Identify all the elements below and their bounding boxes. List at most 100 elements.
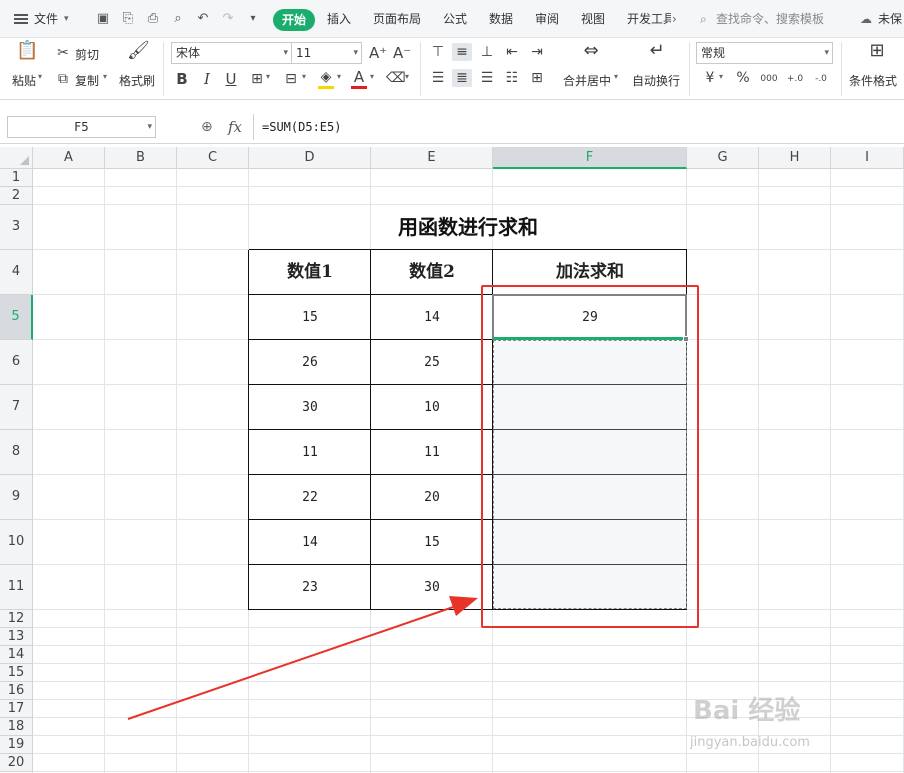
thousands-button[interactable]: 000	[758, 70, 780, 88]
column-header-a[interactable]: A	[33, 147, 105, 169]
align-left-icon[interactable]: ☰	[429, 69, 447, 87]
chevron-down-icon[interactable]: ▾	[38, 72, 42, 81]
table-cell[interactable]: 30	[249, 385, 371, 430]
table-header-cell[interactable]: 数值2	[371, 250, 493, 295]
wrap-text-icon[interactable]: ↵	[645, 42, 669, 60]
conditional-format-icon[interactable]: ⊞	[866, 42, 888, 60]
align-center-icon[interactable]: ≣	[452, 69, 472, 87]
tab-data[interactable]: 数据	[489, 0, 513, 38]
currency-button[interactable]: ¥	[703, 69, 717, 87]
row-header-9[interactable]: 9	[0, 475, 33, 520]
row-header-20[interactable]: 20	[0, 754, 33, 772]
align-top-icon[interactable]: ⊤	[429, 43, 447, 61]
scissors-icon[interactable]: ✂	[55, 44, 71, 62]
customize-icon[interactable]: ▾	[245, 11, 261, 27]
justify-icon[interactable]: ☷	[503, 69, 521, 87]
row-header-14[interactable]: 14	[0, 646, 33, 664]
table-cell[interactable]: 15	[371, 520, 493, 565]
row-header-1[interactable]: 1	[0, 169, 33, 187]
row-header-19[interactable]: 19	[0, 736, 33, 754]
chevron-down-icon[interactable]: ▾	[405, 72, 409, 81]
borders-icon[interactable]: ⊞	[249, 70, 265, 88]
fx-icon[interactable]: fx	[228, 116, 242, 138]
percent-button[interactable]: %	[736, 69, 750, 87]
column-header-h[interactable]: H	[759, 147, 831, 169]
merge-center-icon[interactable]: ⇔	[579, 42, 603, 60]
chevron-down-icon[interactable]: ▾	[64, 0, 69, 38]
row-header-10[interactable]: 10	[0, 520, 33, 565]
table-cell[interactable]: 15	[249, 295, 371, 340]
table-cell[interactable]: 11	[249, 430, 371, 475]
number-format-select[interactable]: 常规 ▾	[696, 42, 833, 64]
file-menu[interactable]: 文件	[34, 0, 58, 38]
chevron-right-icon[interactable]: ›	[672, 0, 677, 38]
brush-icon[interactable]: 🖌	[127, 42, 150, 60]
font-name-select[interactable]: 宋体 ▾	[171, 42, 292, 64]
align-right-icon[interactable]: ☰	[478, 69, 496, 87]
table-cell[interactable]: 14	[249, 520, 371, 565]
font-size-select[interactable]: 11 ▾	[291, 42, 362, 64]
table-cell[interactable]: 30	[371, 565, 493, 610]
chevron-down-icon[interactable]: ▾	[614, 72, 618, 81]
row-header-12[interactable]: 12	[0, 610, 33, 628]
chevron-down-icon[interactable]: ▾	[337, 72, 341, 81]
print-icon[interactable]: ⎙	[145, 11, 161, 27]
wrap-text-button[interactable]: 自动换行	[632, 72, 680, 89]
align-bottom-icon[interactable]: ⊥	[478, 43, 496, 61]
table-cell[interactable]: 25	[371, 340, 493, 385]
row-header-4[interactable]: 4	[0, 250, 33, 295]
unsaved-status[interactable]: 未保	[878, 0, 902, 38]
fill-color-icon[interactable]: ◈	[318, 68, 334, 86]
underline-button[interactable]: U	[224, 70, 238, 88]
print-preview-icon[interactable]: ⌕	[170, 11, 186, 27]
redo-icon[interactable]: ↷	[220, 11, 236, 27]
paste-button[interactable]: 粘贴	[12, 72, 36, 89]
eraser-icon[interactable]: ⌫	[386, 69, 406, 87]
tab-home[interactable]: 开始	[273, 9, 316, 31]
italic-button[interactable]: I	[200, 70, 214, 88]
decrease-decimal-button[interactable]: -.0	[810, 70, 832, 88]
zoom-icon[interactable]: ⊕	[201, 116, 213, 138]
row-header-8[interactable]: 8	[0, 430, 33, 475]
chevron-down-icon[interactable]: ▾	[370, 72, 374, 81]
cut-button[interactable]: 剪切	[75, 46, 99, 63]
decrease-font-icon[interactable]: A⁻	[393, 44, 411, 62]
table-cell[interactable]: 26	[249, 340, 371, 385]
row-header-3[interactable]: 3	[0, 205, 33, 250]
distribute-icon[interactable]: ⊞	[528, 69, 546, 87]
row-header-17[interactable]: 17	[0, 700, 33, 718]
table-header-cell[interactable]: 数值1	[249, 250, 371, 295]
tab-review[interactable]: 审阅	[535, 0, 559, 38]
tab-insert[interactable]: 插入	[327, 0, 351, 38]
copy-icon[interactable]: ⧉	[55, 70, 71, 88]
font-color-icon[interactable]: A	[351, 68, 367, 86]
row-header-11[interactable]: 11	[0, 565, 33, 610]
increase-decimal-button[interactable]: +.0	[784, 70, 806, 88]
column-header-d[interactable]: D	[249, 147, 371, 169]
search-icon[interactable]: ⌕	[700, 0, 707, 38]
chevron-down-icon[interactable]: ▾	[719, 72, 723, 81]
column-header-c[interactable]: C	[177, 147, 249, 169]
search-input[interactable]: 查找命令、搜索模板	[716, 0, 824, 38]
tab-formulas[interactable]: 公式	[443, 0, 467, 38]
column-header-e[interactable]: E	[371, 147, 493, 169]
chevron-down-icon[interactable]: ▾	[266, 72, 270, 81]
export-icon[interactable]: ⎘	[120, 11, 136, 27]
table-cell[interactable]: 10	[371, 385, 493, 430]
increase-font-icon[interactable]: A⁺	[369, 44, 387, 62]
merge-center-button[interactable]: 合并居中	[563, 72, 611, 89]
table-cell[interactable]: 23	[249, 565, 371, 610]
column-header-b[interactable]: B	[105, 147, 177, 169]
tab-view[interactable]: 视图	[581, 0, 605, 38]
copy-button[interactable]: 复制	[75, 72, 99, 89]
row-header-18[interactable]: 18	[0, 718, 33, 736]
row-header-5[interactable]: 5	[0, 295, 33, 340]
tab-page-layout[interactable]: 页面布局	[373, 0, 421, 38]
row-header-13[interactable]: 13	[0, 628, 33, 646]
align-middle-icon[interactable]: ≡	[452, 43, 472, 61]
row-header-7[interactable]: 7	[0, 385, 33, 430]
row-header-16[interactable]: 16	[0, 682, 33, 700]
column-header-f[interactable]: F	[493, 147, 687, 169]
row-header-15[interactable]: 15	[0, 664, 33, 682]
column-header-i[interactable]: I	[831, 147, 904, 169]
